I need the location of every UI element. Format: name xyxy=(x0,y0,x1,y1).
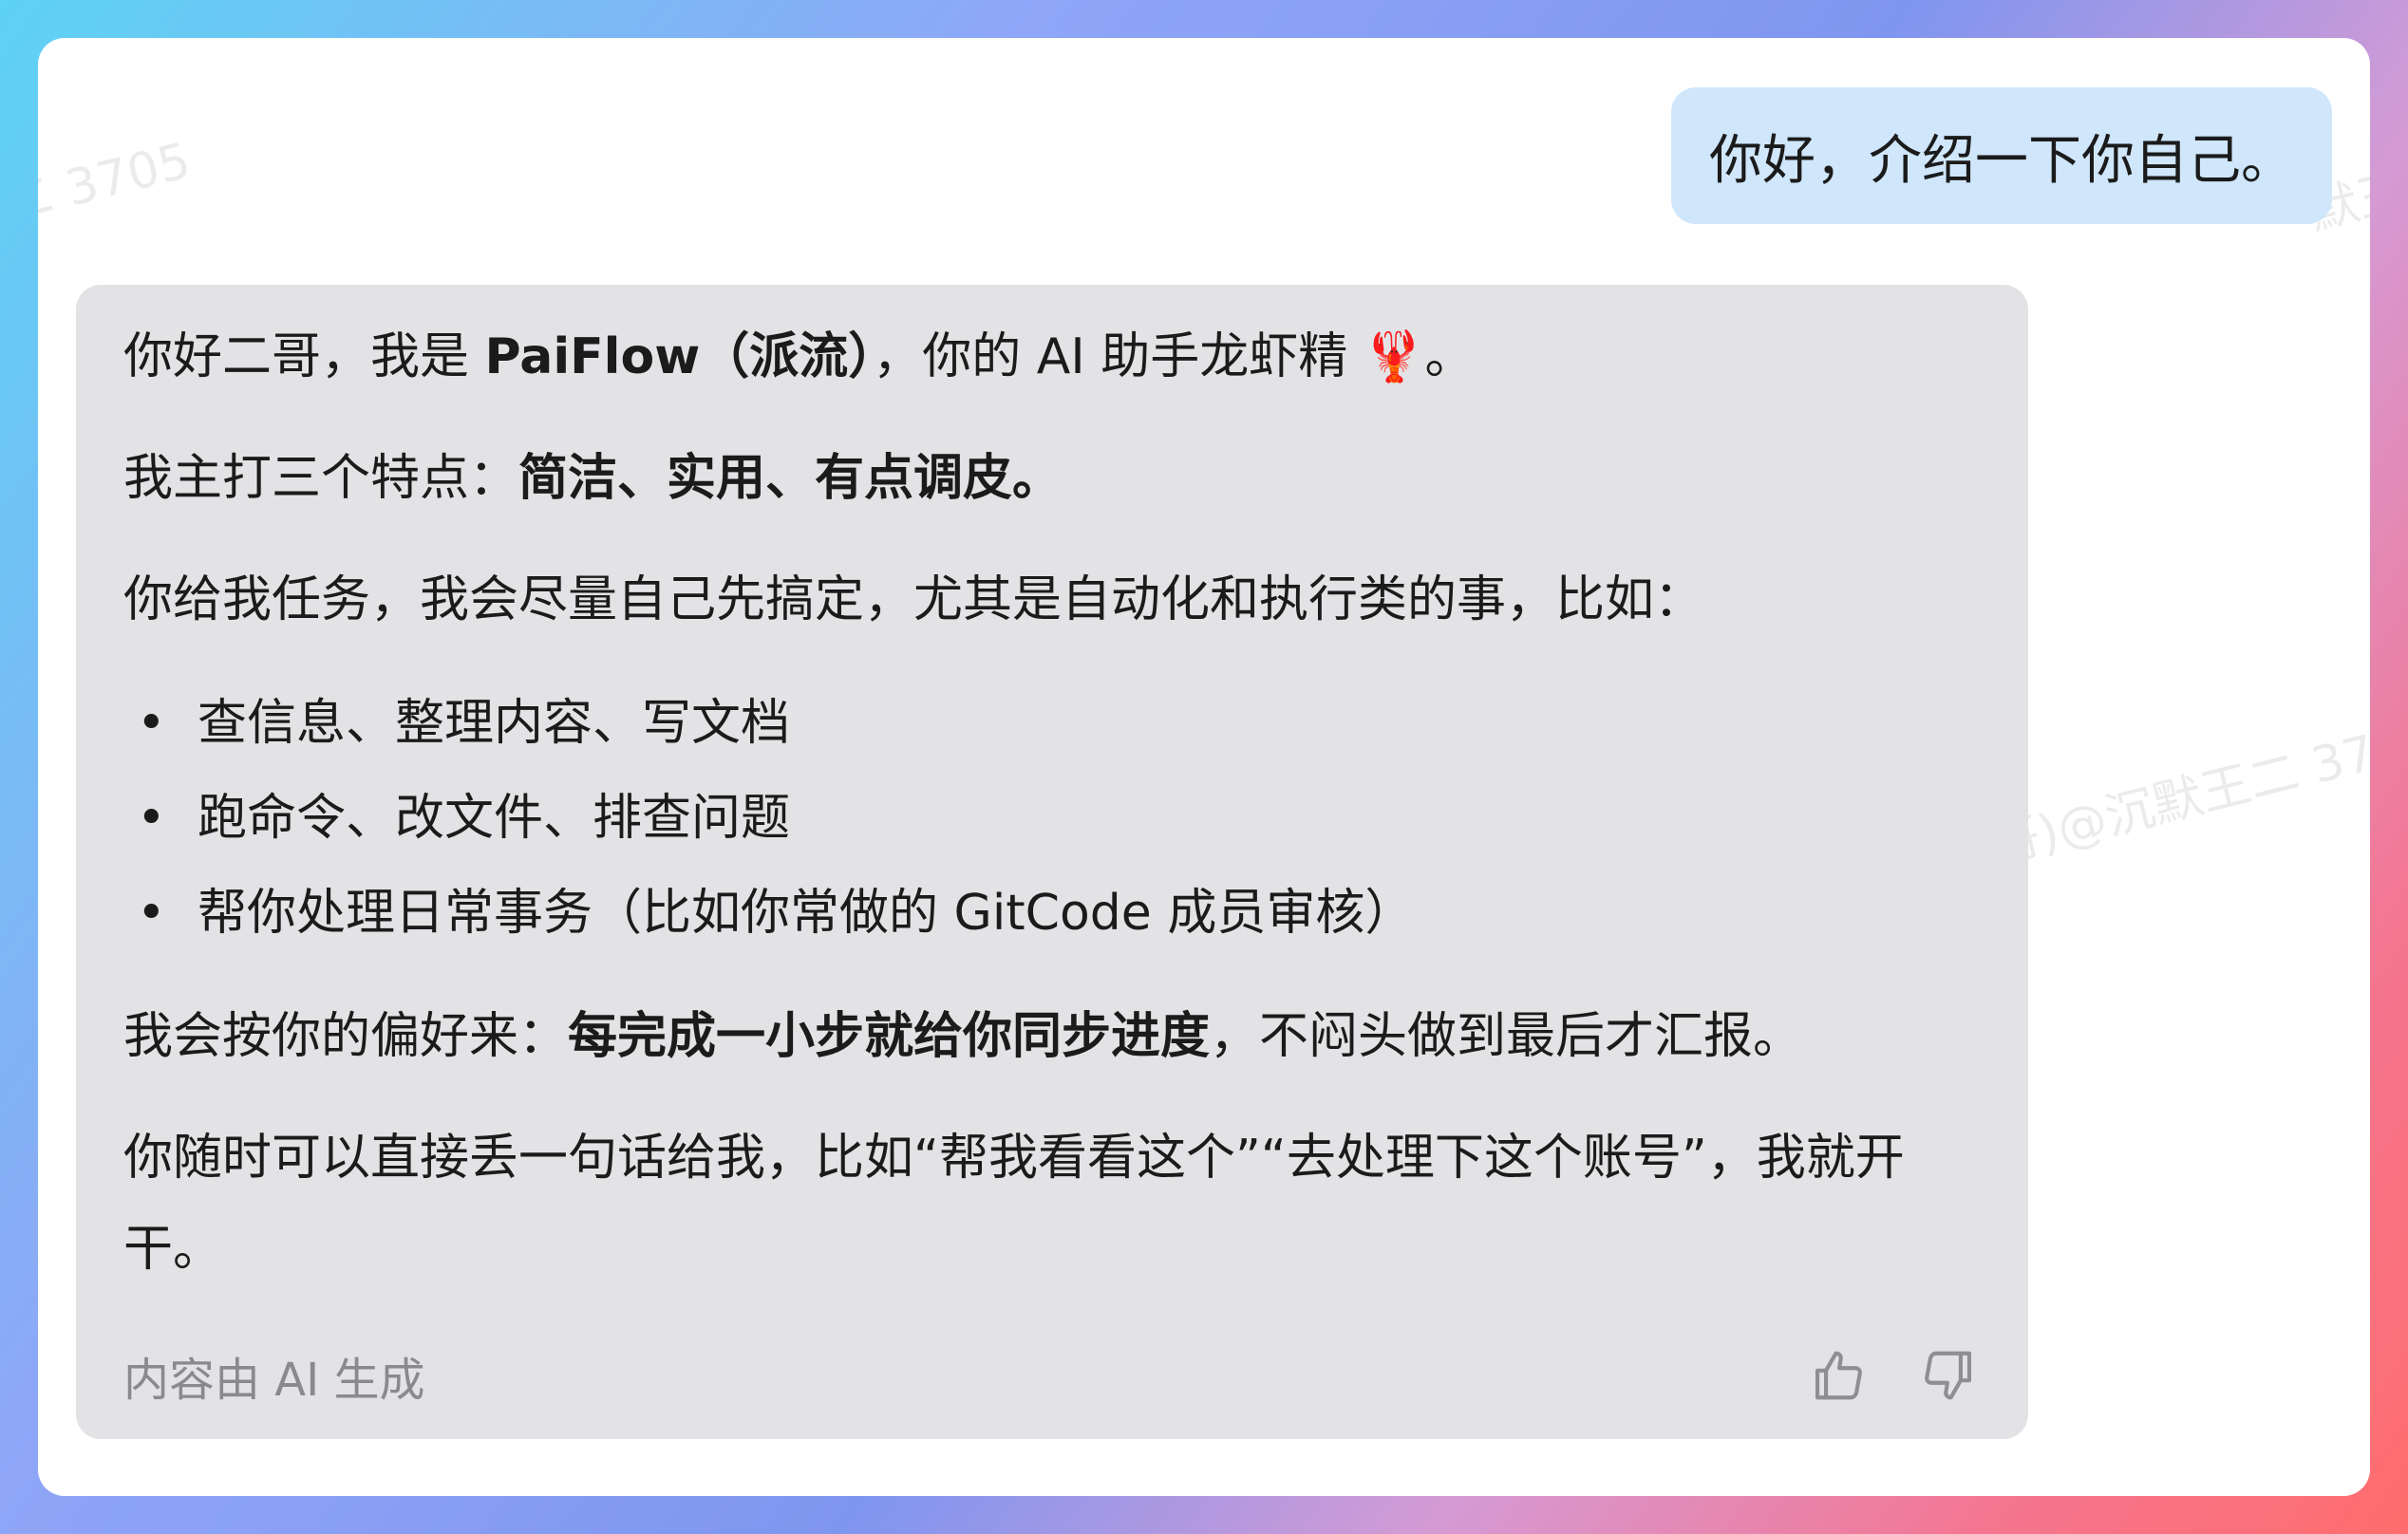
assistant-closing: 你随时可以直接丢一句话给我，比如“帮我看看这个”“去处理下这个账号”，我就开干。 xyxy=(123,1130,1905,1278)
intro-end: 。 xyxy=(1424,328,1475,385)
feedback-buttons xyxy=(1806,1343,1981,1408)
preference-lead: 我会按你的偏好来： xyxy=(123,1008,569,1065)
task-text: 跑命令、改文件、排查问题 xyxy=(198,790,791,847)
assistant-name: PaiFlow（派流） xyxy=(484,328,874,385)
preference-highlight: 每完成一小步就给你同步进度 xyxy=(568,1008,1211,1065)
features-lead: 我主打三个特点： xyxy=(123,450,519,507)
watermark: 哥)@沉默王二 37 xyxy=(1985,724,2370,876)
watermark: 二 3705 xyxy=(38,132,197,234)
intro-text: 你好二哥，我是 xyxy=(123,328,485,385)
list-item: • 帮你处理日常事务（比如你常做的 GitCode 成员审核） xyxy=(137,885,1415,942)
user-message-bubble: 你好，介绍一下你自己。 xyxy=(1671,87,2332,224)
list-item: • 跑命令、改文件、排查问题 xyxy=(137,790,791,847)
list-item: • 查信息、整理内容、写文档 xyxy=(137,695,791,752)
assistant-intro: 你好二哥，我是 PaiFlow（派流），你的 AI 助手龙虾精 🦞。 xyxy=(123,311,1981,402)
task-text: 查信息、整理内容、写文档 xyxy=(198,695,791,752)
assistant-preference: 我会按你的偏好来：每完成一小步就给你同步进度，不闷头做到最后才汇报。 xyxy=(123,991,1981,1082)
intro-text-2: ，你的 AI 助手龙虾精 xyxy=(873,328,1364,385)
ai-generated-note: 内容由 AI 生成 xyxy=(123,1354,425,1407)
assistant-tasks-intro: 你给我任务，我会尽量自己先搞定，尤其是自动化和执行类的事，比如： xyxy=(123,571,1704,628)
thumbs-up-icon[interactable] xyxy=(1806,1343,1871,1408)
features-highlight: 简洁、实用、有点调皮。 xyxy=(518,450,1063,507)
lobster-emoji: 🦞 xyxy=(1363,328,1425,385)
preference-tail: ，不闷头做到最后才汇报。 xyxy=(1210,1008,1803,1065)
assistant-footer: 内容由 AI 生成 xyxy=(123,1333,1981,1418)
assistant-message-bubble: 你好二哥，我是 PaiFlow（派流），你的 AI 助手龙虾精 🦞。 我主打三个… xyxy=(76,285,2028,1439)
thumbs-down-icon[interactable] xyxy=(1916,1343,1981,1408)
task-list: • 查信息、整理内容、写文档 • 跑命令、改文件、排查问题 • 帮你处理日常事务（比如… xyxy=(123,676,1981,961)
user-message-text: 你好，介绍一下你自己。 xyxy=(1709,129,2294,192)
task-text: 帮你处理日常事务（比如你常做的 GitCode 成员审核） xyxy=(198,885,1415,942)
assistant-features: 我主打三个特点：简洁、实用、有点调皮。 xyxy=(123,433,1981,524)
chat-window: 二 3705 哥)@沉默王二 37 默王 你好，介绍一下你自己。 你好二哥，我是… xyxy=(38,38,2370,1496)
